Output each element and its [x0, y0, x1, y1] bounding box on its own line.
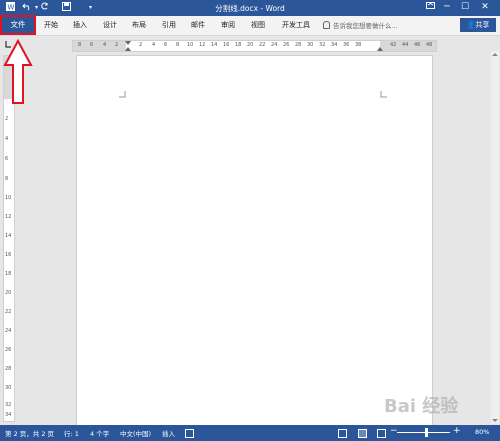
status-row: 行: 1 — [64, 430, 79, 438]
ruler-tick: 16 — [5, 252, 12, 258]
margin-corner-top-right — [380, 91, 387, 98]
hanging-indent-marker[interactable] — [125, 47, 131, 51]
ruler-tick: 20 — [247, 42, 254, 48]
status-language[interactable]: 中文(中国) — [120, 428, 151, 438]
ruler-tick: 38 — [355, 42, 362, 48]
tab-design[interactable]: 设计 — [103, 20, 117, 30]
ruler-tick: 6 — [164, 42, 168, 48]
status-bar: 第 2 页，共 2 页 行: 1 4 个字 中文(中国) 插入 − + 80% — [0, 425, 500, 441]
ruler-tick: 26 — [283, 42, 290, 48]
ruler-tick: 14 — [211, 42, 218, 48]
ruler-tick: 24 — [5, 328, 12, 334]
ruler-tick: 32 — [5, 402, 12, 408]
lightbulb-icon — [323, 21, 330, 29]
ruler-tick: 34 — [331, 42, 338, 48]
ruler-tick: 2 — [5, 116, 9, 122]
vertical-scrollbar[interactable] — [491, 51, 499, 424]
ruler-tick: 18 — [235, 42, 242, 48]
maximize-icon[interactable]: ☐ — [456, 1, 474, 14]
ruler-tick: 20 — [5, 290, 12, 296]
tab-references[interactable]: 引用 — [162, 20, 176, 30]
ruler-tick: 14 — [5, 233, 12, 239]
ruler-tick: 4 — [103, 42, 107, 48]
ruler-tick: 32 — [319, 42, 326, 48]
ruler-tick: 12 — [5, 214, 12, 220]
ruler-tick: 28 — [295, 42, 302, 48]
ruler-tick: 8 — [78, 42, 82, 48]
tab-developer[interactable]: 开发工具 — [282, 20, 310, 30]
ruler-tick: 8 — [176, 42, 180, 48]
document-page[interactable] — [76, 55, 433, 427]
ruler-tick: 46 — [414, 42, 421, 48]
ruler-tick: 4 — [152, 42, 156, 48]
ruler-tick: 34 — [5, 412, 12, 418]
ruler-tick: 22 — [5, 309, 12, 315]
tab-view[interactable]: 视图 — [251, 20, 265, 30]
ruler-tick: 6 — [5, 156, 9, 162]
status-words[interactable]: 4 个字 — [90, 428, 109, 438]
ruler-tick: 42 — [390, 42, 397, 48]
tell-me-search[interactable]: 告诉我您想要做什么... — [323, 20, 398, 30]
status-mode[interactable]: 插入 — [162, 428, 175, 438]
ruler-tick: 8 — [5, 176, 9, 182]
ruler-tick: 10 — [187, 42, 194, 48]
close-icon[interactable]: ✕ — [476, 1, 494, 14]
zoom-level[interactable]: 80% — [475, 428, 489, 436]
ruler-tick: 2 — [139, 42, 143, 48]
macro-record-icon[interactable] — [185, 429, 194, 438]
first-line-indent-marker[interactable] — [125, 41, 131, 45]
margin-corner-top-left — [119, 91, 126, 98]
tab-insert[interactable]: 插入 — [73, 20, 87, 30]
ribbon-display-icon[interactable] — [421, 1, 439, 14]
ruler-tick: 16 — [223, 42, 230, 48]
print-layout-icon[interactable] — [358, 429, 367, 438]
baidu-watermark: Bai 经验 — [384, 396, 459, 417]
ruler-tick: 24 — [271, 42, 278, 48]
ruler-tick: 28 — [5, 366, 12, 372]
ruler-tick: 22 — [259, 42, 266, 48]
zoom-in-icon[interactable]: + — [453, 426, 461, 436]
ruler-tick: 2 — [115, 42, 119, 48]
web-layout-icon[interactable] — [377, 429, 386, 438]
right-indent-marker[interactable] — [377, 47, 383, 51]
red-arrow-annotation-icon — [3, 39, 33, 104]
zoom-slider-thumb[interactable] — [425, 428, 428, 437]
horizontal-ruler[interactable]: 8 6 4 2 2 4 6 8 10 12 14 16 18 20 22 24 … — [72, 40, 437, 52]
tab-file[interactable]: 文件 — [0, 15, 36, 35]
share-button[interactable]: 👤共享 — [460, 18, 496, 32]
tell-me-label: 告诉我您想要做什么... — [333, 22, 398, 30]
vertical-ruler[interactable]: 2 4 6 8 10 12 14 16 18 20 22 24 26 28 30… — [3, 55, 15, 422]
ruler-tick: 30 — [307, 42, 314, 48]
ruler-tick: 6 — [90, 42, 94, 48]
tab-review[interactable]: 审阅 — [221, 20, 235, 30]
tab-layout[interactable]: 布局 — [132, 20, 146, 30]
zoom-out-icon[interactable]: − — [390, 426, 398, 436]
tab-home[interactable]: 开始 — [44, 20, 58, 30]
tab-mailings[interactable]: 邮件 — [191, 20, 205, 30]
title-bar: W ▾ ▾ 分割线.docx - Word ─ ☐ ✕ — [0, 0, 500, 16]
zoom-slider[interactable] — [397, 432, 450, 433]
ruler-tick: 12 — [199, 42, 206, 48]
ribbon-tabs: 文件 开始 插入 设计 布局 引用 邮件 审阅 视图 开发工具 告诉我您想要做什… — [0, 15, 500, 36]
ruler-tick: 10 — [5, 195, 12, 201]
minimize-icon[interactable]: ─ — [438, 1, 456, 14]
share-label: 共享 — [475, 21, 490, 29]
ruler-tick: 4 — [5, 136, 9, 142]
scroll-up-icon[interactable] — [491, 51, 499, 57]
ruler-tick: 44 — [402, 42, 409, 48]
ruler-tick: 18 — [5, 271, 12, 277]
ruler-tick: 26 — [5, 347, 12, 353]
status-page[interactable]: 第 2 页，共 2 页 — [5, 428, 54, 438]
scroll-down-icon[interactable] — [491, 418, 499, 424]
ruler-tick: 36 — [343, 42, 350, 48]
ruler-tick: 48 — [426, 42, 433, 48]
read-mode-icon[interactable] — [338, 429, 347, 438]
ruler-tick: 30 — [5, 385, 12, 391]
